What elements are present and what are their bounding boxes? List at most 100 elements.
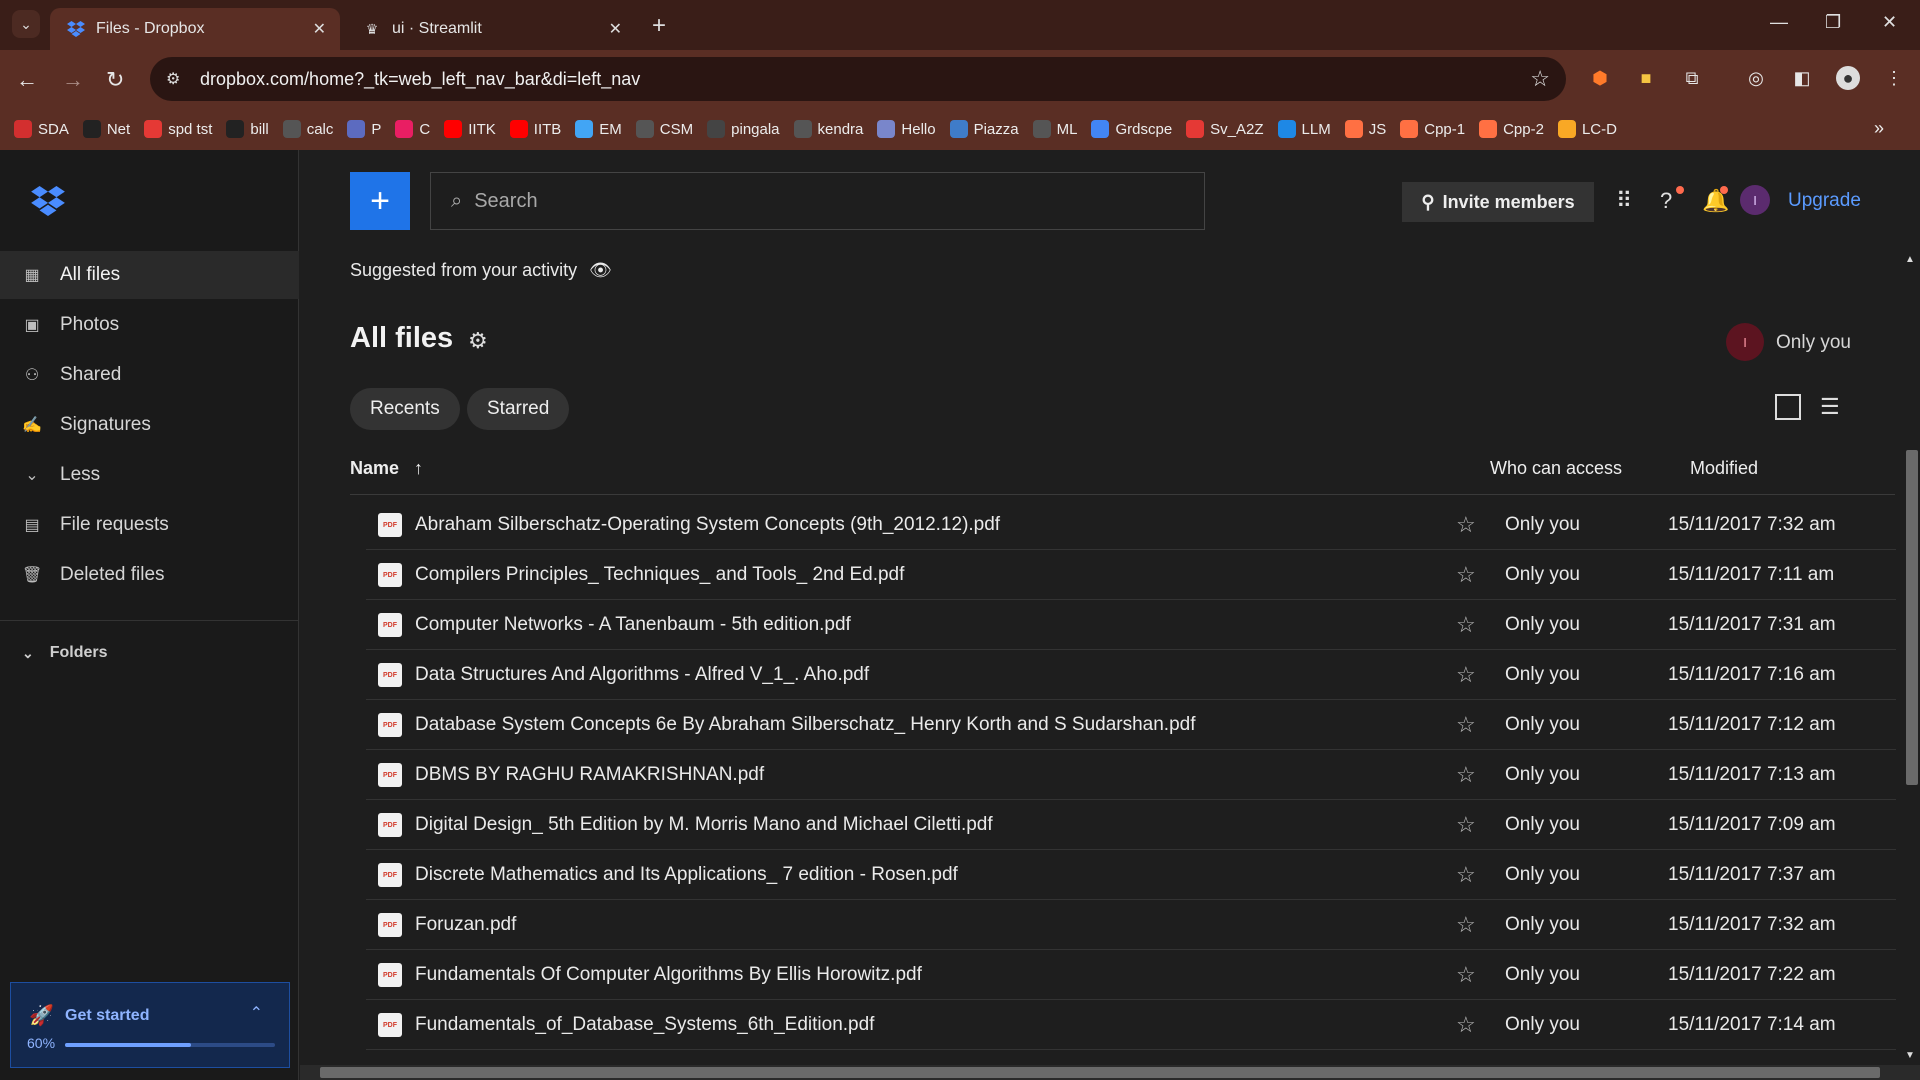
search-input[interactable] — [474, 189, 1175, 213]
sidebar-item-less[interactable]: ⌄ Less — [0, 451, 299, 499]
sidebar-item-signatures[interactable]: ✍ Signatures — [0, 401, 299, 449]
bookmark-item[interactable]: Grdscpe — [1091, 120, 1172, 138]
horizontal-scrollbar[interactable] — [300, 1065, 1920, 1080]
file-name[interactable]: Digital Design_ 5th Edition by M. Morris… — [415, 814, 993, 836]
scroll-up-icon[interactable]: ▲ — [1905, 254, 1915, 265]
bookmark-item[interactable]: EM — [575, 120, 622, 138]
name-column-header[interactable]: Name ↑ — [350, 458, 423, 479]
bookmark-item[interactable]: IITK — [444, 120, 496, 138]
bookmark-item[interactable]: ML — [1032, 120, 1077, 138]
table-row[interactable]: PDF Abraham Silberschatz-Operating System… — [366, 500, 1896, 550]
minimize-icon[interactable]: — — [1770, 12, 1788, 33]
bookmark-star-icon[interactable]: ☆ — [1530, 66, 1550, 92]
bookmark-item[interactable]: Cpp-2 — [1479, 120, 1544, 138]
star-icon[interactable]: ☆ — [1456, 512, 1476, 538]
new-tab-icon[interactable]: + — [652, 12, 666, 40]
star-icon[interactable]: ☆ — [1456, 962, 1476, 988]
tab-streamlit[interactable]: ♛ ui · Streamlit ✕ — [346, 8, 636, 50]
bookmark-item[interactable]: SDA — [14, 120, 69, 138]
bookmark-item[interactable]: Piazza — [949, 120, 1019, 138]
star-icon[interactable]: ☆ — [1456, 662, 1476, 688]
table-row[interactable]: PDF Discrete Mathematics and Its Applicat… — [366, 850, 1896, 900]
scroll-down-icon[interactable]: ▼ — [1905, 1050, 1915, 1061]
bookmark-item[interactable]: CSM — [635, 120, 693, 138]
bookmark-item[interactable]: Net — [82, 120, 130, 138]
file-name[interactable]: Foruzan.pdf — [415, 914, 516, 936]
sidebar-item-file-requests[interactable]: ▤ File requests — [0, 501, 299, 549]
restore-icon[interactable]: ❐ — [1825, 12, 1841, 33]
folder-extension-icon[interactable]: ■ — [1634, 66, 1658, 90]
eye-icon[interactable]: 👁 — [589, 260, 612, 281]
star-icon[interactable]: ☆ — [1456, 912, 1476, 938]
vertical-scrollbar[interactable]: ▲ ▼ — [1902, 250, 1920, 1065]
table-row[interactable]: PDF DBMS BY RAGHU RAMAKRISHNAN.pdf ☆ Only y… — [366, 750, 1896, 800]
bookmark-item[interactable]: LC-D — [1557, 120, 1617, 138]
side-panel-icon[interactable]: ◧ — [1790, 66, 1814, 90]
file-name[interactable]: DBMS BY RAGHU RAMAKRISHNAN.pdf — [415, 764, 764, 786]
star-icon[interactable]: ☆ — [1456, 1012, 1476, 1038]
profile-icon[interactable]: ● — [1836, 66, 1860, 90]
site-info-icon[interactable]: ⚙ — [166, 69, 188, 89]
table-row[interactable]: PDF Fundamentals Of Computer Algorithms B… — [366, 950, 1896, 1000]
table-row[interactable]: PDF Foruzan.pdf ☆ Only you 15/11/2017 7:32 a… — [366, 900, 1896, 950]
file-name[interactable]: Discrete Mathematics and Its Application… — [415, 864, 958, 886]
star-icon[interactable]: ☆ — [1456, 812, 1476, 838]
back-icon[interactable]: ← — [16, 67, 38, 93]
bookmark-item[interactable]: P — [347, 120, 381, 138]
upgrade-link[interactable]: Upgrade — [1788, 190, 1861, 212]
table-row[interactable]: PDF Compilers Principles_ Techniques_ and… — [366, 550, 1896, 600]
star-icon[interactable]: ☆ — [1456, 612, 1476, 638]
bookmark-item[interactable]: calc — [282, 120, 333, 138]
close-window-icon[interactable]: ✕ — [1882, 12, 1897, 33]
forward-icon[interactable]: → — [62, 67, 84, 93]
bookmark-item[interactable]: LLM — [1277, 120, 1331, 138]
modified-column-header[interactable]: Modified — [1690, 458, 1758, 479]
create-button[interactable]: + — [350, 172, 410, 230]
starred-chip[interactable]: Starred — [467, 388, 570, 430]
bookmark-item[interactable]: pingala — [707, 120, 780, 138]
close-tab-icon[interactable]: ✕ — [609, 19, 622, 39]
more-bookmarks-icon[interactable]: » — [1874, 118, 1884, 139]
star-icon[interactable]: ☆ — [1456, 562, 1476, 588]
suggested-toggle[interactable]: Suggested from your activity 👁 — [350, 260, 612, 281]
star-icon[interactable]: ☆ — [1456, 762, 1476, 788]
table-row[interactable]: PDF Computer Networks - A Tanenbaum - 5th… — [366, 600, 1896, 650]
dropbox-logo-icon[interactable] — [30, 186, 66, 216]
file-name[interactable]: Fundamentals Of Computer Algorithms By E… — [415, 964, 922, 986]
bookmark-item[interactable]: C — [395, 120, 430, 138]
recents-chip[interactable]: Recents — [350, 388, 460, 430]
get-started-panel[interactable]: 🚀 Get started ⌃ 60% — [10, 982, 290, 1068]
table-row[interactable]: PDF Database System Concepts 6e By Abraha… — [366, 700, 1896, 750]
search-box[interactable]: ⌕ — [430, 172, 1205, 230]
star-icon[interactable]: ☆ — [1456, 862, 1476, 888]
apps-grid-icon[interactable]: ⠿ — [1616, 188, 1632, 214]
gear-icon[interactable]: ⚙ — [468, 328, 488, 354]
bookmark-item[interactable]: JS — [1344, 120, 1386, 138]
bookmark-item[interactable]: kendra — [793, 120, 863, 138]
table-row[interactable]: PDF Digital Design_ 5th Edition by M. Mor… — [366, 800, 1896, 850]
file-name[interactable]: Fundamentals_of_Database_Systems_6th_Edi… — [415, 1014, 874, 1036]
file-name[interactable]: Abraham Silberschatz-Operating System Co… — [415, 514, 1000, 536]
close-tab-icon[interactable]: ✕ — [313, 19, 326, 39]
star-icon[interactable]: ☆ — [1456, 712, 1476, 738]
reload-icon[interactable]: ↻ — [106, 67, 124, 93]
table-row[interactable]: PDF Fundamentals_of_Database_Systems_6th_… — [366, 1000, 1896, 1050]
file-name[interactable]: Compilers Principles_ Techniques_ and To… — [415, 564, 904, 586]
scrollbar-thumb[interactable] — [1906, 450, 1918, 785]
address-bar[interactable]: ⚙ dropbox.com/home?_tk=web_left_nav_bar&… — [150, 57, 1566, 101]
performance-icon[interactable]: ◎ — [1744, 66, 1768, 90]
tab-dropbox[interactable]: Files - Dropbox ✕ — [50, 8, 340, 50]
sidebar-item-photos[interactable]: ▣ Photos — [0, 301, 299, 349]
table-row[interactable]: PDF Data Structures And Algorithms - Alfr… — [366, 650, 1896, 700]
chevron-up-icon[interactable]: ⌃ — [250, 1003, 263, 1023]
bookmark-item[interactable]: IITB — [509, 120, 561, 138]
sidebar-item-shared[interactable]: ⚇ Shared — [0, 351, 299, 399]
scrollbar-thumb[interactable] — [320, 1067, 1880, 1078]
list-view-icon[interactable]: ☰ — [1820, 394, 1840, 420]
url-text[interactable]: dropbox.com/home?_tk=web_left_nav_bar&di… — [200, 69, 640, 90]
grid-view-icon[interactable] — [1775, 394, 1801, 420]
bookmark-item[interactable]: Cpp-1 — [1400, 120, 1465, 138]
brave-shield-icon[interactable]: ⬢ — [1588, 66, 1612, 90]
bookmark-item[interactable]: spd tst — [144, 120, 212, 138]
avatar[interactable]: I — [1740, 185, 1770, 215]
